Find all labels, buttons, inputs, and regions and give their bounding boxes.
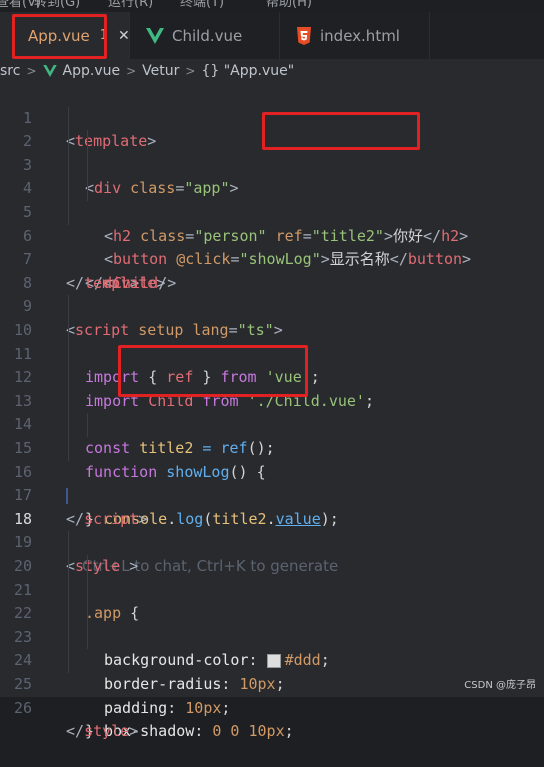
breadcrumb: src > App.vue > Vetur > {} "App.vue" bbox=[0, 59, 544, 83]
code-token: padding bbox=[104, 698, 168, 717]
text-cursor bbox=[66, 488, 68, 505]
annotation-box-ref-const bbox=[118, 345, 308, 397]
line-number: 26 bbox=[13, 698, 32, 717]
code-token: 0 0 10px bbox=[212, 722, 285, 741]
code-line[interactable]: 19 <style > bbox=[0, 508, 544, 575]
code-line[interactable]: 20 .app { bbox=[0, 531, 544, 622]
menu-terminal[interactable]: 终端(T) bbox=[180, 0, 224, 10]
code-line[interactable]: 24 box-shadow: 0 0 10px; bbox=[0, 625, 544, 740]
tab-label: Child.vue bbox=[172, 26, 243, 45]
close-icon[interactable]: ✕ bbox=[118, 28, 130, 44]
code-line[interactable]: 23 padding: 10px; bbox=[0, 602, 544, 717]
code-line-current[interactable]: 18 Ctrl+L to chat, Ctrl+K to generate bbox=[0, 484, 544, 575]
breadcrumb-src[interactable]: src bbox=[0, 63, 20, 79]
code-line[interactable]: 26 </style> bbox=[0, 673, 544, 741]
code-token: : bbox=[167, 698, 186, 717]
indent-guide bbox=[68, 201, 69, 225]
indent-guide bbox=[68, 555, 69, 579]
chevron-right-icon: > bbox=[185, 64, 196, 78]
indent-guide bbox=[68, 625, 69, 650]
code-line[interactable]: 22 border-radius: 10px; bbox=[0, 578, 544, 693]
indent-guide bbox=[68, 153, 69, 178]
tab-index-html[interactable]: index.html bbox=[280, 12, 430, 59]
indent-guide bbox=[87, 625, 88, 650]
menu-run[interactable]: 运行(R) bbox=[108, 0, 153, 10]
code-line[interactable]: 17 </script> bbox=[0, 461, 544, 528]
code-token: 10px bbox=[185, 698, 222, 717]
indent-guide bbox=[87, 153, 88, 178]
tab-child-vue[interactable]: Child.vue bbox=[130, 12, 280, 59]
code-line[interactable]: 11 import Child from './Child.vue'; bbox=[0, 319, 544, 410]
code-line[interactable]: 16 } bbox=[0, 437, 544, 528]
indent-guide bbox=[68, 130, 69, 154]
indent-guide bbox=[68, 531, 69, 555]
indent-guide bbox=[68, 342, 69, 367]
breadcrumb-vetur[interactable]: Vetur bbox=[142, 63, 179, 79]
code-token: </ bbox=[66, 722, 85, 741]
indent-guide bbox=[87, 602, 88, 626]
indent-guide bbox=[68, 177, 69, 201]
watermark: CSDN @庞子昂 bbox=[464, 680, 536, 691]
code-line[interactable]: 4 <button @click="showLog">显示名称</button> bbox=[0, 153, 544, 268]
indent-guide bbox=[87, 555, 88, 579]
menu-help[interactable]: 帮助(H) bbox=[266, 0, 312, 10]
code-line[interactable]: 25 } bbox=[0, 649, 544, 740]
indent-guide bbox=[68, 649, 69, 673]
indent-guide bbox=[68, 389, 69, 414]
code-line[interactable]: 15 console.log(title2.value); bbox=[0, 413, 544, 528]
indent-guide bbox=[87, 413, 88, 437]
indent-guide bbox=[68, 413, 69, 437]
annotation-box-ref-attr bbox=[262, 112, 420, 150]
vue-icon bbox=[42, 65, 57, 77]
breadcrumb-symbol[interactable]: {} "App.vue" bbox=[201, 63, 294, 79]
code-line[interactable]: 6 </div> bbox=[0, 201, 544, 292]
code-line[interactable]: 7 </template> bbox=[0, 225, 544, 292]
code-line[interactable]: 21 background-color: #ddd; bbox=[0, 555, 544, 669]
indent-guide bbox=[68, 578, 69, 603]
code-token: ; bbox=[284, 722, 294, 741]
code-token: > bbox=[129, 722, 139, 741]
chevron-right-icon: > bbox=[126, 64, 137, 78]
code-line[interactable]: 1 <template> bbox=[0, 83, 544, 151]
code-line[interactable]: 9 <script setup lang="ts"> bbox=[0, 272, 544, 339]
indent-guide bbox=[87, 130, 88, 154]
indent-guide bbox=[68, 319, 69, 343]
code-line[interactable]: 8 bbox=[0, 248, 544, 292]
chevron-right-icon: > bbox=[26, 64, 37, 78]
code-token: ; bbox=[221, 698, 231, 717]
indent-guide bbox=[68, 602, 69, 626]
indent-guide bbox=[68, 295, 69, 319]
indent-guide bbox=[87, 177, 88, 201]
menu-bar: 查看(V) 转到(G) 运行(R) 终端(T) 帮助(H) bbox=[0, 0, 544, 12]
html5-icon bbox=[296, 26, 312, 45]
indent-guide bbox=[68, 366, 69, 390]
annotation-box-tab bbox=[12, 14, 107, 59]
code-line[interactable]: 5 <Child/> bbox=[0, 177, 544, 292]
code-token: style bbox=[84, 722, 130, 741]
code-line[interactable]: 10 import { ref } from 'vue'; bbox=[0, 295, 544, 386]
indent-guide bbox=[68, 106, 69, 131]
indent-guide bbox=[87, 578, 88, 603]
menu-goto[interactable]: 转到(G) bbox=[34, 0, 80, 10]
vue-icon bbox=[146, 27, 164, 44]
breadcrumb-file[interactable]: App.vue bbox=[63, 63, 121, 79]
indent-guide bbox=[68, 437, 69, 461]
code-token: : bbox=[194, 722, 213, 741]
tab-label: index.html bbox=[320, 26, 400, 45]
